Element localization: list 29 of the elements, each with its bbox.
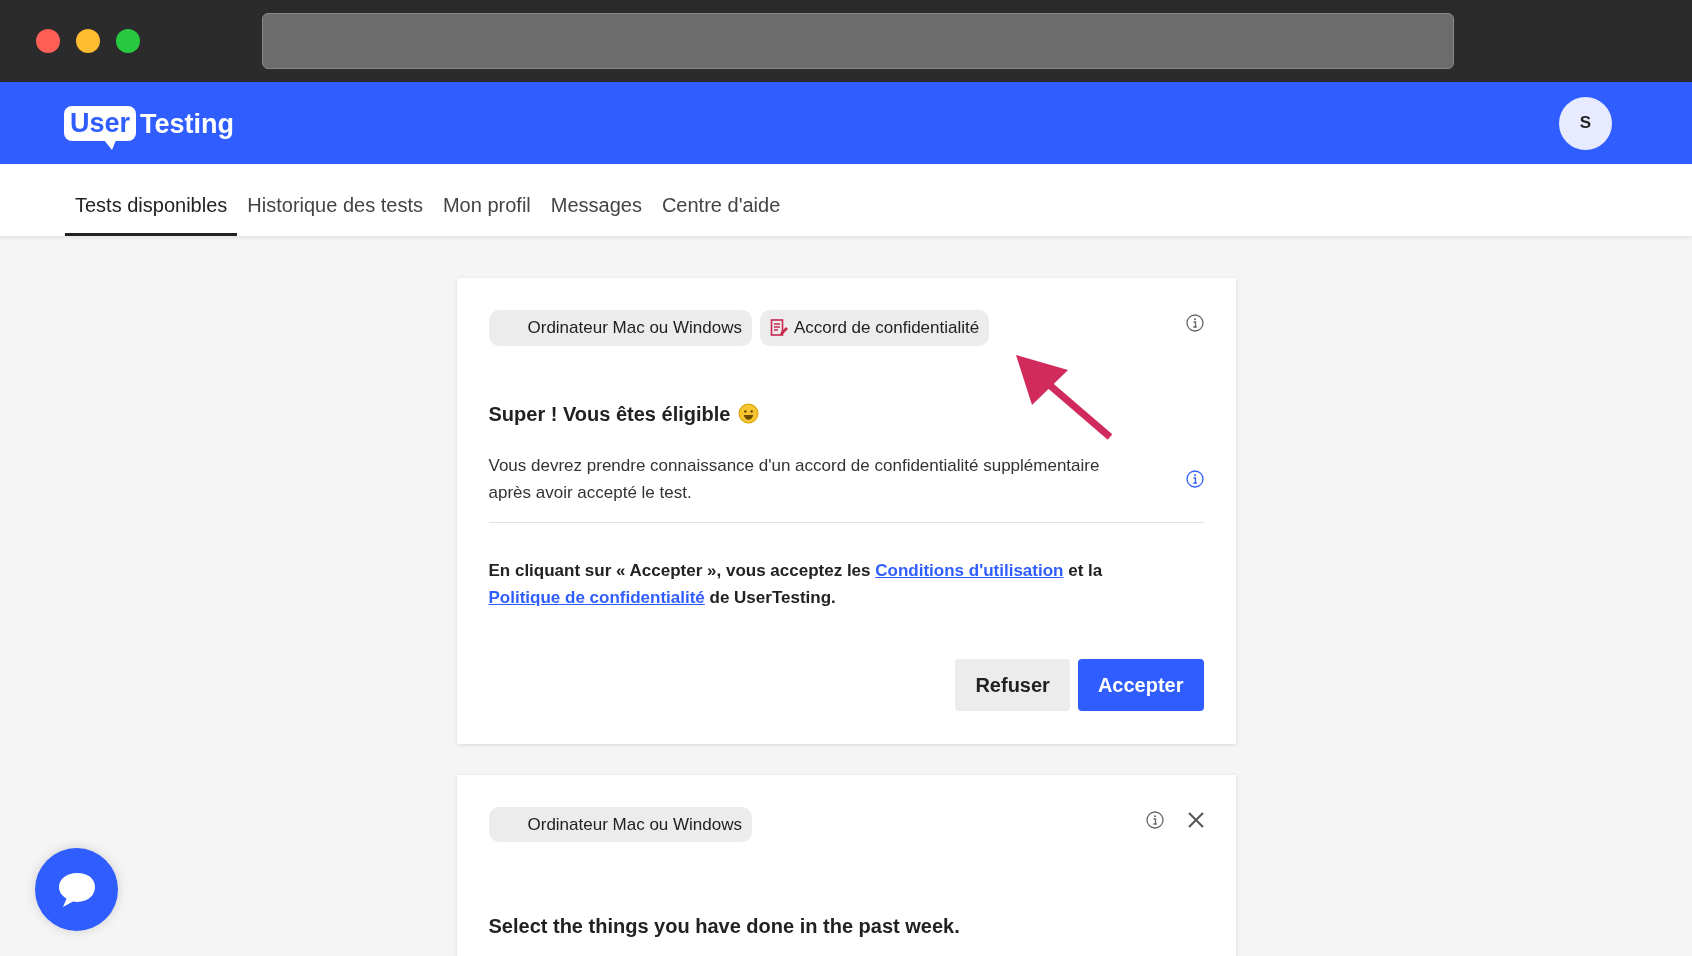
nav-tab[interactable]: Tests disponibles [65, 190, 238, 236]
info-icon[interactable] [1185, 314, 1204, 332]
terms-link[interactable]: Politique de confidentialité [488, 587, 705, 607]
requirement-tag: Ordinateur Mac ou Windows [488, 806, 752, 842]
logo-text: Testing [140, 107, 235, 138]
card-title: Select the things you have done in the past week. [488, 914, 960, 938]
close-icon[interactable] [1187, 811, 1204, 828]
terms-text: En cliquant sur « Accepter », vous acceptez les Conditions d'utilisation et la Politique de confidentialité de UserTesting. [488, 559, 1104, 609]
nav-tab[interactable]: Historique des tests [237, 190, 433, 236]
chat-button[interactable] [35, 848, 118, 931]
info-icon[interactable] [1145, 810, 1164, 829]
tag-label: Accord de confidentialité [794, 317, 980, 339]
close-window-button[interactable] [36, 29, 60, 53]
card-title: Super ! Vous êtes éligible [488, 401, 731, 426]
nav-tab[interactable]: Centre d'aide [651, 190, 791, 236]
notice-text: Vous devrez prendre connaissance d'un accord de confidentialité supplémentaire après avoir accepté le test. [488, 454, 1101, 504]
nav-tab[interactable]: Mon profil [432, 190, 541, 236]
accept-button[interactable]: Accepter [1077, 658, 1204, 711]
maximize-window-button[interactable] [116, 29, 140, 53]
info-icon[interactable] [1185, 469, 1204, 488]
minimize-window-button[interactable] [76, 29, 100, 53]
decline-button[interactable]: Refuser [955, 658, 1070, 711]
user-avatar[interactable]: S [1559, 96, 1612, 150]
smiley-icon [738, 403, 760, 424]
terms-link[interactable]: Conditions d'utilisation [875, 560, 1064, 580]
logo-bubble-tail [104, 139, 117, 150]
nav-tab[interactable]: Messages [540, 190, 652, 236]
requirement-tag: Ordinateur Mac ou Windows [488, 310, 752, 346]
document-pen-icon [770, 318, 788, 337]
